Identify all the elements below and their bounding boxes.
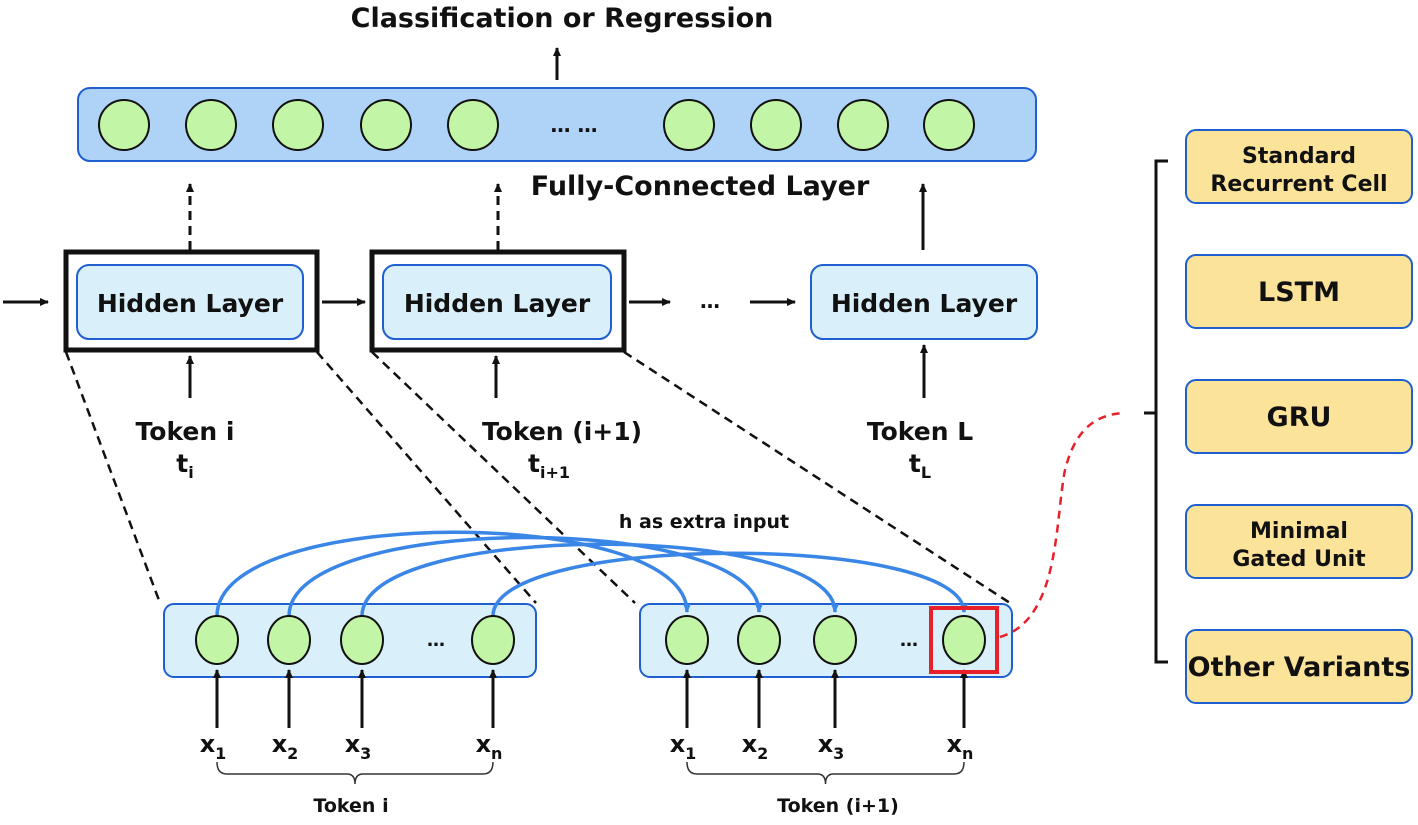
variant-label: Gated Unit [1232,547,1366,572]
hidden-layer-1: Hidden Layer [63,249,320,353]
cell-variant-1: LSTM [1185,254,1413,329]
input-label: x3 [818,730,845,763]
hidden-layer-label: Hidden Layer [97,289,284,318]
variant-label: Minimal [1250,519,1348,544]
output-title: Classification or Regression [351,3,774,34]
zoom-line [371,351,636,604]
token-brace [686,761,965,785]
token-label: Token (i+1) [482,417,642,446]
cell-variant-connector [999,411,1126,639]
cell-variant-2: GRU [1185,379,1413,454]
extra-input-label: h as extra input [619,511,789,533]
rnn-diagram: Classification or Regression … … Fully-C… [3,3,1413,817]
input-label: x1 [670,730,697,763]
input-node [813,615,857,665]
input-label: xn [476,730,503,763]
hidden-layer-3: Hidden Layer [810,264,1038,340]
input-label: x2 [742,730,769,763]
cell-variant-0: Standard Recurrent Cell [1185,129,1413,204]
token-label: Token L [867,417,973,446]
fc-node [447,99,499,151]
variant-label: GRU [1267,402,1332,433]
zoom-line [623,350,1011,605]
variant-label: Other Variants [1188,652,1411,683]
zoom-line [64,351,162,604]
variants-bracket [1144,159,1168,664]
token-symbol: ti [176,449,193,482]
variant-label: LSTM [1258,277,1340,308]
fc-node [360,99,412,151]
token-group-label: Token (i+1) [777,795,899,817]
token-symbol: tL [909,449,931,482]
fc-ellipsis: … … [551,113,598,137]
input-ellipsis: … [427,630,445,651]
cell-variants: Standard Recurrent Cell LSTM GRU Minimal Gate… [1185,129,1413,704]
hidden-layer-label: Hidden Layer [404,289,591,318]
variant-label: Standard [1242,144,1356,169]
variant-label: Recurrent Cell [1210,172,1387,197]
fc-node [272,99,324,151]
input-label: x2 [272,730,299,763]
fc-node [185,99,237,151]
input-node [267,615,311,665]
fc-node [98,99,150,151]
input-label: x1 [200,730,227,763]
hidden-layer-2: Hidden Layer [369,249,627,353]
input-label: xn [947,730,974,763]
input-node [471,615,515,665]
chain-ellipsis: … [700,289,720,313]
token-symbol: ti+1 [528,449,570,482]
input-node [737,615,781,665]
input-ellipsis: … [900,630,918,651]
fc-node [750,99,802,151]
cell-variant-3: Minimal Gated Unit [1185,504,1413,579]
fc-node [663,99,715,151]
input-node [665,615,709,665]
cell-variant-4: Other Variants [1185,629,1413,704]
input-node [942,615,986,665]
input-node [340,615,384,665]
token-group-label: Token i [313,795,388,817]
input-label: x3 [345,730,372,763]
fc-node [923,99,975,151]
fc-layer-label: Fully-Connected Layer [531,171,870,202]
token-label: Token i [136,417,235,446]
input-node [195,615,239,665]
hidden-layer-label: Hidden Layer [831,289,1018,318]
token-brace [216,761,494,785]
fc-node [837,99,889,151]
